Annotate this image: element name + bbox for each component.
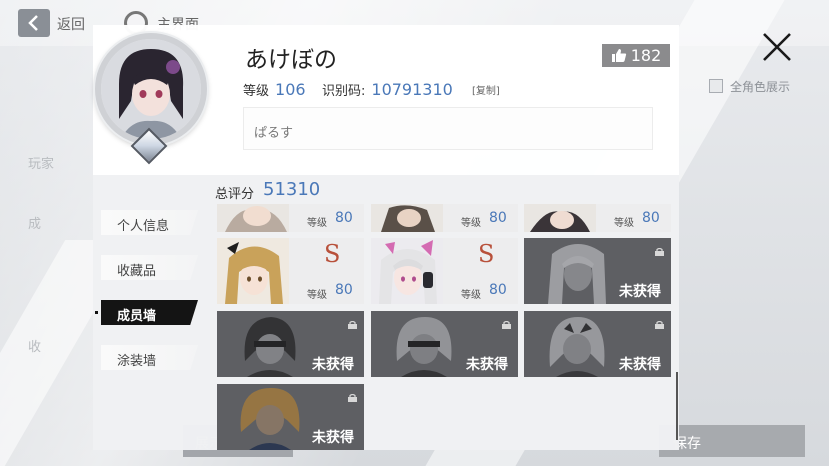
rank-s-icon: S: [324, 240, 341, 268]
level-value: 80: [489, 282, 507, 298]
background-side-label: 成: [28, 217, 42, 232]
member-card-locked[interactable]: 未获得: [217, 311, 364, 377]
profile-panel: あけぼの 182 等级 106 识别码: 10791310 [复制] ぱるす 总评分…: [93, 25, 679, 450]
member-card[interactable]: 等级 80: [371, 204, 518, 232]
locked-label: 未获得: [312, 430, 354, 446]
back-button[interactable]: [18, 9, 50, 37]
member-grid: 等级 80 等级 80 等级 80 S 等级 80 S 等级 80 未获得 未获…: [217, 204, 672, 450]
like-count: 182: [630, 46, 662, 65]
lock-icon: [348, 394, 357, 402]
back-arrow-icon: [28, 15, 38, 31]
character-portrait: [549, 317, 605, 377]
character-portrait: [371, 204, 443, 232]
locked-label: 未获得: [619, 284, 661, 300]
signature-box[interactable]: ぱるす: [243, 107, 653, 150]
nav-collection[interactable]: 收藏品: [101, 255, 198, 280]
close-icon[interactable]: [760, 30, 794, 64]
level-value: 80: [642, 210, 660, 226]
character-portrait: [548, 244, 606, 304]
member-card[interactable]: 等级 80: [217, 204, 364, 232]
id-value: 10791310: [371, 80, 453, 99]
locked-label: 未获得: [312, 357, 354, 373]
show-all-label[interactable]: 全角色展示: [730, 78, 790, 95]
level-label: 等级: [243, 84, 270, 99]
member-card[interactable]: S 等级 80: [217, 238, 364, 304]
character-portrait: [240, 388, 300, 450]
character-portrait: [396, 317, 452, 377]
member-card-locked[interactable]: 未获得: [217, 384, 364, 450]
lock-icon: [655, 248, 664, 256]
level-value: 80: [335, 282, 353, 298]
character-portrait: [217, 238, 289, 304]
locked-label: 未获得: [466, 357, 508, 373]
id-label: 识别码:: [322, 84, 366, 99]
like-button[interactable]: 182: [602, 44, 670, 67]
total-score-label: 总评分: [215, 187, 255, 202]
id-info: 识别码: 10791310: [322, 80, 453, 99]
nav-personal-info[interactable]: 个人信息: [101, 210, 198, 235]
nav-member-wall[interactable]: 成员墙: [101, 300, 198, 325]
total-score-value: 51310: [263, 179, 321, 200]
nav-active-marker: [95, 311, 98, 314]
member-card[interactable]: 等级 80: [524, 204, 671, 232]
grid-scrollbar[interactable]: [676, 372, 678, 440]
thumbs-up-icon: [611, 49, 626, 62]
nav-skin-wall[interactable]: 涂装墙: [101, 345, 198, 370]
lock-icon: [655, 321, 664, 329]
level-label: 等级: [307, 218, 327, 229]
member-card[interactable]: S 等级 80: [371, 238, 518, 304]
level-info: 等级 106: [243, 80, 306, 99]
level-label: 等级: [461, 290, 481, 301]
avatar-portrait: [101, 39, 201, 139]
username: あけぼの: [245, 47, 337, 73]
locked-label: 未获得: [619, 357, 661, 373]
avatar[interactable]: [95, 33, 207, 145]
level-value: 80: [335, 210, 353, 226]
level-value: 106: [275, 80, 306, 99]
character-portrait: [371, 238, 443, 304]
character-portrait: [524, 204, 596, 232]
save-button[interactable]: 保存: [659, 425, 805, 457]
character-portrait: [244, 317, 296, 377]
level-label: 等级: [307, 290, 327, 301]
copy-id-button[interactable]: [复制]: [472, 82, 500, 97]
level-label: 等级: [461, 218, 481, 229]
character-portrait: [217, 204, 289, 232]
member-card-locked[interactable]: 未获得: [524, 238, 671, 304]
rank-s-icon: S: [478, 240, 495, 268]
background-side-label: 收: [28, 340, 42, 355]
lock-icon: [502, 321, 511, 329]
lock-icon: [348, 321, 357, 329]
back-label[interactable]: 返回: [57, 14, 85, 34]
level-value: 80: [489, 210, 507, 226]
background-side-label: 玩家: [28, 157, 55, 172]
member-card-locked[interactable]: 未获得: [524, 311, 671, 377]
level-label: 等级: [614, 218, 634, 229]
checkbox-icon[interactable]: [709, 79, 723, 93]
member-card-locked[interactable]: 未获得: [371, 311, 518, 377]
